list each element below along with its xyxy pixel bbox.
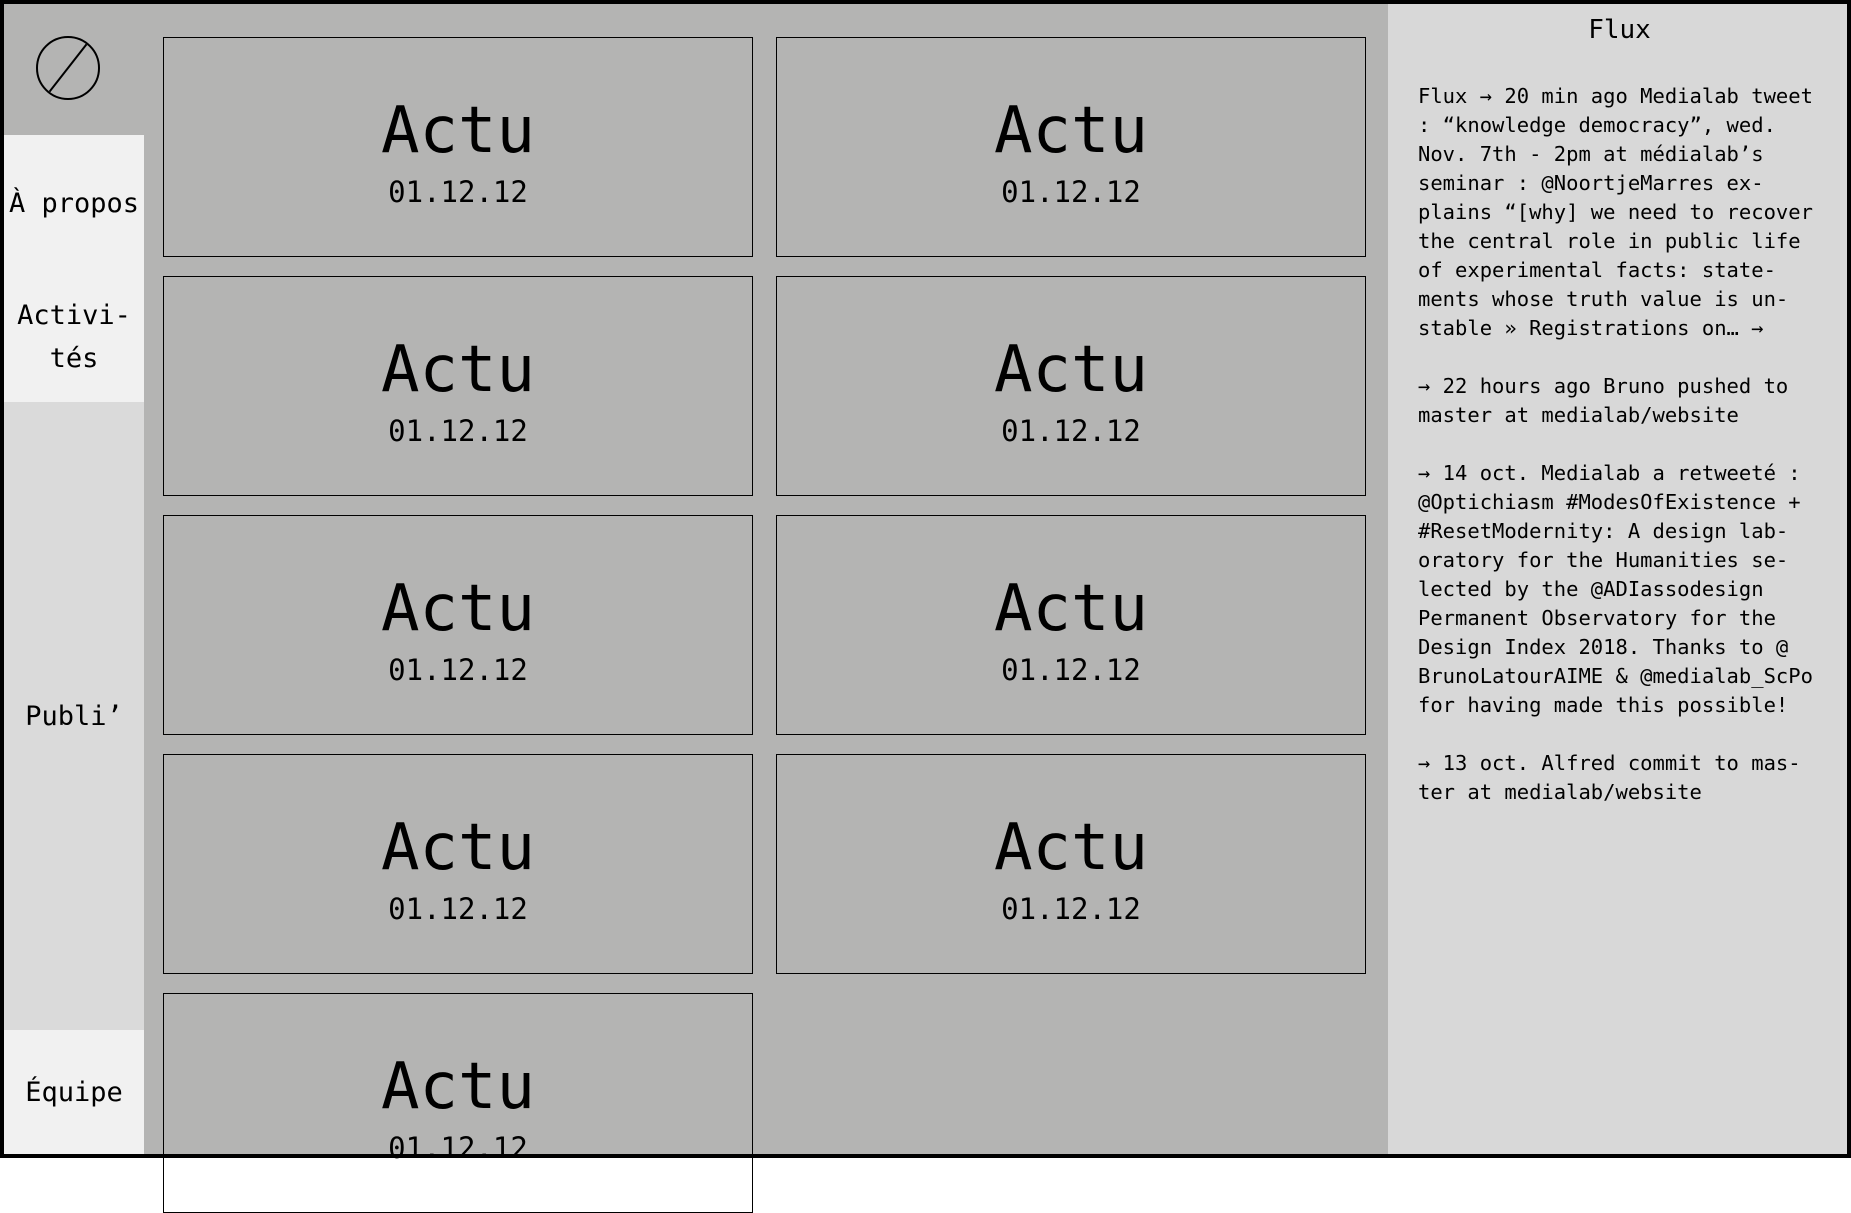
nav-item-a-propos[interactable]: À propos [4,135,144,272]
card-title: Actu [993,811,1149,885]
flux-title: Flux [1588,15,1651,45]
flux-entry[interactable]: Flux → 20 min ago Medialab tweet : “know… [1418,82,1821,343]
news-card[interactable]: Actu 01.12.12 [776,754,1366,974]
card-date: 01.12.12 [1001,175,1141,209]
card-date: 01.12.12 [388,892,528,926]
flux-panel: Flux Flux → 20 min ago Medialab tweet : … [1388,4,1847,1154]
card-title: Actu [380,811,536,885]
news-card[interactable]: Actu 01.12.12 [163,515,753,735]
card-title: Actu [380,94,536,168]
card-date: 01.12.12 [388,175,528,209]
card-date: 01.12.12 [388,414,528,448]
news-card[interactable]: Actu 01.12.12 [163,754,753,974]
null-sign-logo-icon[interactable] [36,36,100,100]
card-title: Actu [380,333,536,407]
nav-item-label: Activi- tés [17,300,131,374]
nav-item-label: Publi’ [25,700,123,732]
card-title: Actu [380,572,536,646]
flux-entry[interactable]: → 13 oct. Alfred commit to mas-ter at me… [1418,749,1821,807]
card-date: 01.12.12 [388,653,528,687]
card-title: Actu [993,333,1149,407]
news-card[interactable]: Actu 01.12.12 [776,37,1366,257]
news-card[interactable]: Actu 01.12.12 [776,515,1366,735]
nav-item-publi[interactable]: Publi’ [4,402,144,1030]
card-date: 01.12.12 [1001,653,1141,687]
card-date: 01.12.12 [388,1131,528,1165]
news-card[interactable]: Actu 01.12.12 [163,993,753,1213]
sidebar: À propos Activi- tés Publi’ Équipe [4,4,144,1154]
nav-item-label: Équipe [25,1076,123,1108]
card-date: 01.12.12 [1001,414,1141,448]
flux-entry[interactable]: → 22 hours ago Bruno pushed to master at… [1418,372,1821,430]
card-title: Actu [993,94,1149,168]
nav-item-activites[interactable]: Activi- tés [4,272,144,402]
card-title: Actu [380,1050,536,1124]
nav-item-equipe[interactable]: Équipe [4,1030,144,1154]
flux-feed: Flux → 20 min ago Medialab tweet : “know… [1418,82,1821,807]
card-title: Actu [993,572,1149,646]
card-date: 01.12.12 [1001,892,1141,926]
news-card[interactable]: Actu 01.12.12 [776,276,1366,496]
flux-entry[interactable]: → 14 oct. Medialab a retweeté : @Optichi… [1418,459,1821,720]
nav-item-label: À propos [8,188,140,219]
news-card[interactable]: Actu 01.12.12 [163,276,753,496]
news-card[interactable]: Actu 01.12.12 [163,37,753,257]
